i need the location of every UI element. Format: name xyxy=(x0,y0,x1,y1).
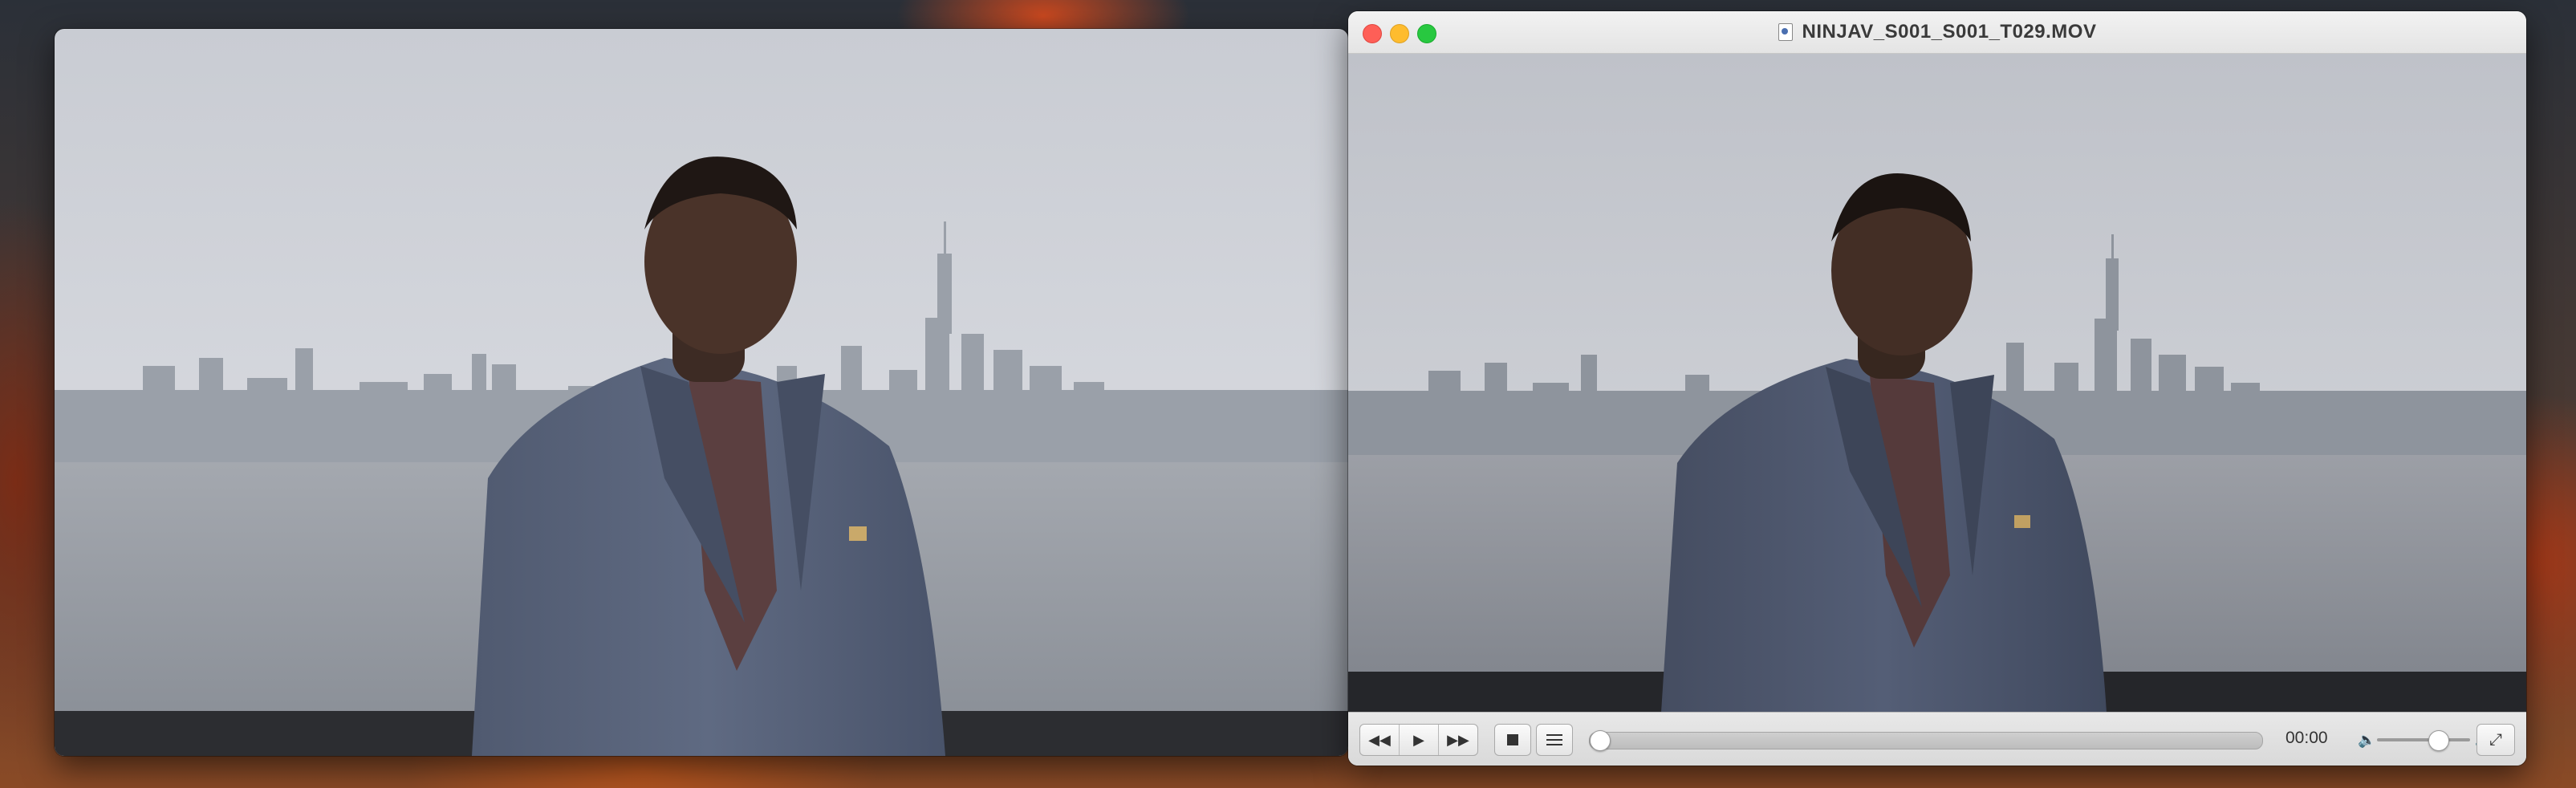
play-icon: ▶ xyxy=(1413,731,1424,748)
fullscreen-button[interactable]: ⤢ xyxy=(2476,724,2515,756)
document-icon xyxy=(1778,23,1793,41)
stop-icon xyxy=(1507,734,1518,745)
window-title: NINJAV_S001_S001_T029.MOV xyxy=(1802,21,2097,43)
window-titlebar[interactable]: NINJAV_S001_S001_T029.MOV xyxy=(1348,11,2526,54)
playback-timeline-slider[interactable] xyxy=(1589,730,2263,751)
window-title-group: NINJAV_S001_S001_T029.MOV xyxy=(1348,11,2526,53)
desktop-wallpaper: NINJAV_S001_S001_T029.MOV ◀◀ ▶ ▶▶ 00:00 … xyxy=(0,0,2576,788)
playlist-icon xyxy=(1546,734,1562,745)
vlc-player-window[interactable]: NINJAV_S001_S001_T029.MOV ◀◀ ▶ ▶▶ 00:00 … xyxy=(1348,11,2526,766)
timeline-knob[interactable] xyxy=(1590,730,1611,751)
rewind-icon: ◀◀ xyxy=(1368,731,1391,748)
volume-low-icon[interactable]: 🔈 xyxy=(2358,732,2375,749)
playlist-button[interactable] xyxy=(1536,724,1573,756)
rewind-button[interactable]: ◀◀ xyxy=(1360,725,1400,755)
stop-button[interactable] xyxy=(1494,724,1531,756)
play-button[interactable]: ▶ xyxy=(1400,725,1439,755)
fast-forward-button[interactable]: ▶▶ xyxy=(1439,725,1477,755)
volume-knob[interactable] xyxy=(2428,730,2450,751)
transport-button-group: ◀◀ ▶ ▶▶ xyxy=(1359,724,1478,756)
video-preview-window[interactable] xyxy=(55,29,1348,756)
fast-forward-icon: ▶▶ xyxy=(1447,731,1469,748)
fullscreen-icon: ⤢ xyxy=(2489,730,2502,749)
playback-control-bar: ◀◀ ▶ ▶▶ 00:00 🔈 ⤢ xyxy=(1348,712,2526,766)
video-frame xyxy=(55,29,1348,756)
volume-slider[interactable] xyxy=(2377,730,2470,751)
video-output[interactable] xyxy=(1348,54,2526,713)
elapsed-time[interactable]: 00:00 xyxy=(2285,729,2328,748)
